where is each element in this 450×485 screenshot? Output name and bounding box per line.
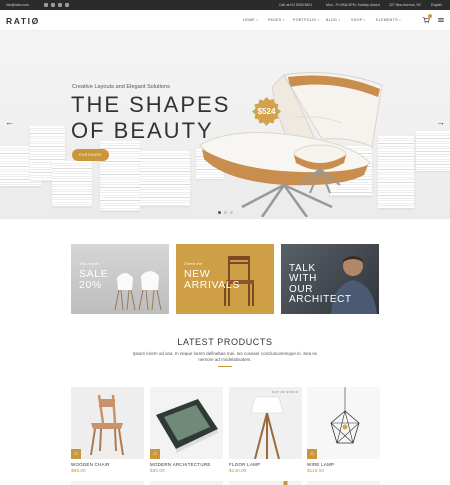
white-chairs-image — [114, 271, 162, 311]
product-card-floor-lamp[interactable]: OUT OF STOCK — [229, 387, 302, 459]
nav-item-elements[interactable]: ELEMENTS ▾ — [376, 10, 401, 31]
instagram-icon[interactable] — [65, 3, 69, 7]
chevron-down-icon: ▾ — [399, 18, 401, 22]
product-price: $140.00 — [229, 469, 247, 474]
architecture-book-image — [156, 399, 218, 453]
product-name[interactable]: WIRE LAMP — [307, 462, 334, 467]
next-row-product-placeholder — [307, 481, 380, 485]
next-row-product-placeholder — [71, 481, 144, 485]
nav-label: PORTFOLIO — [293, 18, 317, 22]
product-name[interactable]: WOODEN CHAIR — [71, 462, 110, 467]
product-price: $119.00 — [307, 469, 324, 474]
product-name[interactable]: MODERN ARCHITECTURE — [150, 462, 211, 467]
nav-label: ELEMENTS — [376, 18, 398, 22]
opening-hours: Mon - Fri 9AM-5PM, Sunday closed — [326, 3, 380, 7]
chevron-down-icon: ▾ — [317, 18, 320, 22]
product-price: $30.00 — [150, 469, 165, 474]
promo-architect-line-4: ARCHITECT — [289, 294, 352, 306]
latest-products-title: LATEST PRODUCTS — [177, 337, 273, 347]
slider-next-arrow[interactable]: → — [436, 117, 445, 127]
promo-arrivals-line-2: ARRIVALS — [184, 279, 240, 291]
nav-label: PAGES — [268, 18, 282, 22]
promo-architect-heading: TALK WITH OUR ARCHITECT — [289, 263, 352, 306]
site-logo[interactable]: RATIØ — [6, 16, 40, 26]
twitter-icon[interactable] — [51, 3, 55, 7]
purchase-button[interactable]: PURCHASE — [72, 149, 109, 161]
slider-prev-arrow[interactable]: ← — [5, 117, 14, 127]
contact-email[interactable]: info@ratio.com — [6, 0, 29, 10]
book-stack-image — [52, 161, 92, 206]
product-card-wooden-chair[interactable]: ⌂ — [71, 387, 144, 459]
nav-label: HOME — [243, 18, 255, 22]
nav-item-portfolio[interactable]: PORTFOLIO ▾ — [293, 10, 320, 31]
contact-address: 227 New Avenue, NY — [389, 3, 422, 7]
wooden-chair-image — [90, 394, 124, 456]
promo-sale-line-2: 20% — [79, 279, 102, 291]
top-bar: info@ratio.com Call us+01 8940 5501 Mon … — [0, 0, 450, 10]
promo-new-arrivals[interactable]: Check the NEW ARRIVALS — [176, 244, 274, 314]
promo-arrivals-kicker: Check the — [184, 261, 203, 266]
latest-products-description: Ipsum lorem od sea. In neque lorem defin… — [132, 351, 318, 362]
chevron-down-icon: ▾ — [256, 18, 259, 22]
linkedin-icon[interactable] — [58, 3, 62, 7]
product-price: $96.00 — [71, 469, 86, 474]
wire-lamp-image — [330, 387, 360, 444]
nav-item-home[interactable]: HOME ▾ — [243, 10, 258, 31]
promo-sale-kicker: This month — [79, 261, 99, 266]
book-stack-image — [140, 151, 190, 206]
menu-icon[interactable] — [437, 16, 445, 24]
next-row-product-placeholder — [150, 481, 223, 485]
product-card-modern-architecture[interactable]: ⌂ — [150, 387, 223, 459]
slider-dot-2[interactable] — [224, 211, 227, 214]
chevron-down-icon: ▾ — [363, 18, 366, 22]
promo-architect[interactable]: TALK WITH OUR ARCHITECT — [281, 244, 379, 314]
slider-dot-1[interactable] — [218, 211, 221, 214]
slider-dot-3[interactable] — [230, 211, 233, 214]
promo-sale[interactable]: This month SALE 20% — [71, 244, 169, 314]
cart-count-badge — [428, 14, 432, 18]
book-stack-image — [416, 131, 450, 171]
nav-label: SHOP — [351, 18, 363, 22]
next-row-product-placeholder — [229, 481, 302, 485]
site-header: RATIØ HOME ▾ PAGES ▾ PORTFOLIO ▾ BLOG ▾ … — [0, 10, 450, 31]
add-to-cart-icon[interactable]: ⌂ — [150, 449, 160, 459]
product-name[interactable]: FLOOR LAMP — [229, 462, 260, 467]
nav-item-shop[interactable]: SHOP ▾ — [351, 10, 365, 31]
hero-title-line-2: OF BEAUTY — [71, 118, 214, 143]
ottoman-image — [293, 144, 347, 194]
promo-sale-heading: SALE 20% — [79, 269, 108, 291]
contact-phone: Call us+01 8940 5501 — [279, 3, 313, 7]
chevron-down-icon: ▾ — [338, 18, 341, 22]
price-badge: $524 — [252, 97, 281, 126]
floor-lamp-image — [250, 396, 284, 459]
nav-label: BLOG — [326, 18, 338, 22]
language-selector[interactable]: English — [431, 0, 442, 10]
add-to-cart-icon[interactable]: ⌂ — [307, 449, 317, 459]
hero-title-line-1: THE SHAPES — [71, 92, 231, 117]
nav-item-pages[interactable]: PAGES ▾ — [268, 10, 285, 31]
product-card-wire-lamp[interactable]: ⌂ — [307, 387, 380, 459]
price-badge-value: $524 — [257, 107, 276, 116]
nav-item-blog[interactable]: BLOG ▾ — [326, 10, 340, 31]
hero-subtitle: Creative Layouts and Elegant Solutions — [72, 84, 170, 90]
add-to-cart-icon[interactable]: ⌂ — [71, 449, 81, 459]
hero-slider: Creative Layouts and Elegant Solutions T… — [0, 31, 450, 219]
chevron-down-icon: ▾ — [282, 18, 285, 22]
section-divider — [218, 366, 232, 367]
facebook-icon[interactable] — [44, 3, 48, 7]
promo-arrivals-heading: NEW ARRIVALS — [184, 269, 240, 291]
